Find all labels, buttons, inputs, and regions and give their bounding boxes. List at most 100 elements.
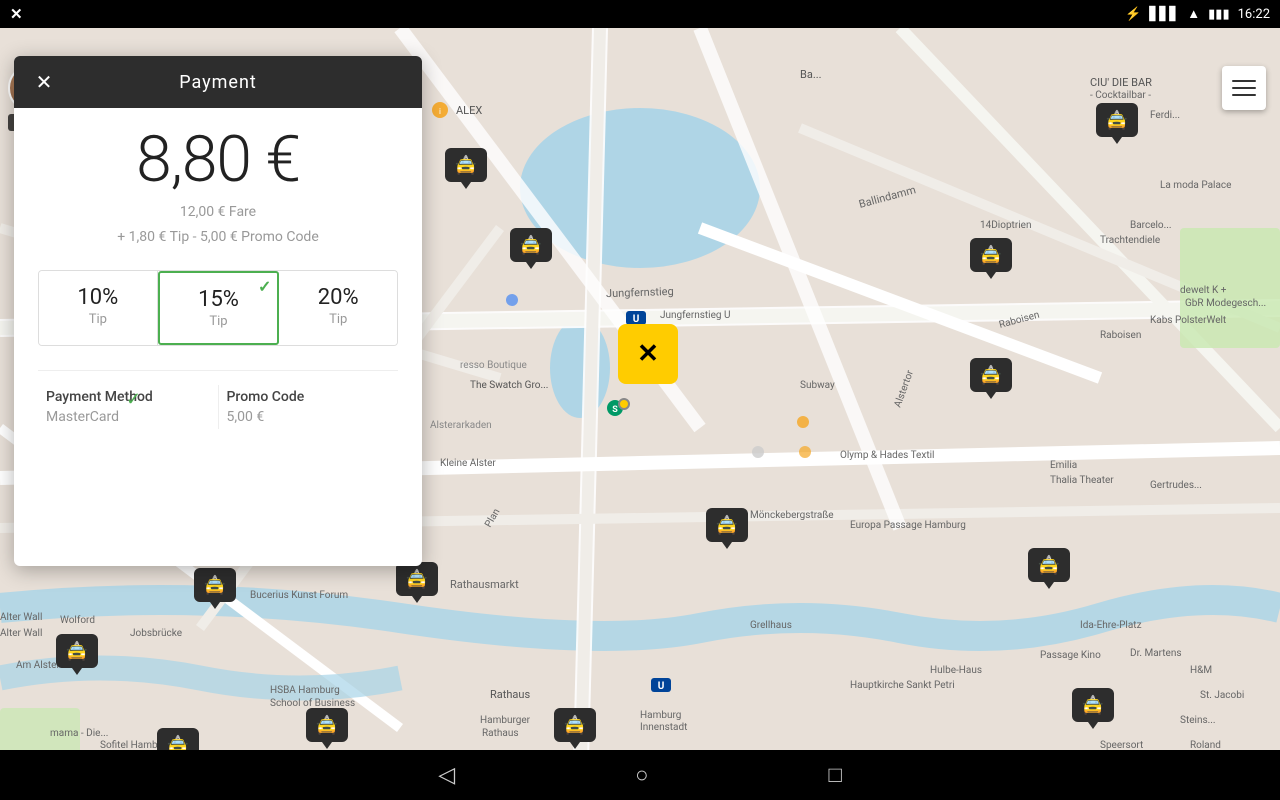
taxi-marker-t11: 🚖	[56, 634, 98, 668]
promo-code-section[interactable]: Promo Code 5,00 €	[219, 385, 399, 429]
svg-text:Emilia: Emilia	[1050, 460, 1077, 471]
hamburger-line-1	[1232, 80, 1256, 82]
svg-text:Jungfernstieg: Jungfernstieg	[606, 285, 674, 300]
x-logo-icon: ✕	[10, 5, 23, 23]
taxi-car-icon: 🚖	[406, 569, 428, 590]
payment-bottom-section: Payment Method MasterCard ✓ Promo Code 5…	[38, 370, 398, 429]
svg-text:Ba...: Ba...	[800, 68, 822, 81]
svg-text:CIU' DIE BAR: CIU' DIE BAR	[1090, 76, 1152, 89]
svg-text:Steins...: Steins...	[1180, 715, 1216, 726]
svg-text:U: U	[658, 681, 665, 692]
taxi-marker-t12: 🚖	[554, 708, 596, 742]
tip-15-label: Tip	[168, 314, 270, 329]
svg-text:Rathaus: Rathaus	[490, 688, 530, 701]
svg-text:Wolford: Wolford	[60, 614, 95, 626]
taxi-marker-t3: 🚖	[510, 228, 552, 262]
svg-text:dewelt K +: dewelt K +	[1180, 285, 1227, 296]
taxi-car-icon: 🚖	[564, 715, 586, 736]
payment-method-value: MasterCard	[46, 409, 210, 425]
tip-15-percent: 15%	[168, 287, 270, 312]
svg-text:Olymp & Hades Textil: Olymp & Hades Textil	[840, 450, 934, 461]
tip-20-label: Tip	[287, 312, 389, 327]
taxi-marker-t5: 🚖	[1096, 103, 1138, 137]
back-button[interactable]: ◁	[438, 763, 455, 788]
svg-text:Jobsbrücke: Jobsbrücke	[130, 628, 182, 639]
svg-text:Rathaus: Rathaus	[482, 728, 519, 739]
svg-text:Jungfernstieg U: Jungfernstieg U	[660, 309, 731, 321]
tip-20-button[interactable]: 20% Tip	[279, 271, 397, 345]
svg-text:Europa Passage Hamburg: Europa Passage Hamburg	[850, 520, 966, 531]
svg-text:St. Jacobi: St. Jacobi	[1200, 690, 1244, 701]
home-button[interactable]: ○	[635, 762, 648, 788]
user-location-dot	[618, 398, 630, 410]
price-breakdown: 12,00 € Fare + 1,80 € Tip - 5,00 € Promo…	[38, 200, 398, 250]
payment-panel: ✕ Payment 8,80 € 12,00 € Fare + 1,80 € T…	[14, 56, 422, 566]
hamburger-menu-button[interactable]	[1222, 66, 1266, 110]
taxi-car-icon: 🚖	[316, 715, 338, 736]
tip-15-button[interactable]: ✓ 15% Tip	[158, 271, 280, 345]
taxi-marker-t8: 🚖	[1028, 548, 1070, 582]
taxi-marker-t9: 🚖	[194, 568, 236, 602]
panel-body: 8,80 € 12,00 € Fare + 1,80 € Tip - 5,00 …	[14, 108, 422, 566]
svg-text:Kabs PolsterWelt: Kabs PolsterWelt	[1150, 315, 1226, 326]
svg-text:Ferdi...: Ferdi...	[1150, 110, 1180, 121]
status-bar-right: ⚡ ▋▋▋ ▲ ▮▮▮ 16:22	[1125, 6, 1270, 22]
taxi-car-icon: 🚖	[1038, 555, 1060, 576]
tip-selected-checkmark: ✓	[258, 277, 271, 296]
svg-text:Hamburger: Hamburger	[480, 715, 531, 726]
svg-text:Gertrudes...: Gertrudes...	[1150, 480, 1202, 491]
taxi-marker-t1: 🚖	[445, 148, 487, 182]
svg-text:Ida-Ehre-Platz: Ida-Ehre-Platz	[1080, 620, 1142, 631]
tip-10-button[interactable]: 10% Tip	[39, 271, 158, 345]
taxi-car-icon: 🚖	[455, 155, 477, 176]
payment-method-section[interactable]: Payment Method MasterCard ✓	[38, 385, 219, 429]
navigation-bar: ◁ ○ □	[0, 750, 1280, 800]
taxi-marker-t10: 🚖	[396, 562, 438, 596]
close-icon: ✕	[36, 70, 53, 94]
payment-method-checkmark: ✓	[126, 389, 141, 410]
svg-text:Trachtendiele: Trachtendiele	[1100, 235, 1160, 246]
svg-text:Alter Wall: Alter Wall	[0, 628, 42, 639]
tip-selector: 10% Tip ✓ 15% Tip 20% Tip	[38, 270, 398, 346]
price-main-amount: 8,80 €	[38, 128, 398, 192]
taxi-car-icon: 🚖	[1106, 110, 1128, 131]
mytaxi-x-icon: ✕	[637, 339, 659, 369]
svg-text:GbR Modegesch...: GbR Modegesch...	[1185, 298, 1266, 309]
svg-text:Alsterarkaden: Alsterarkaden	[430, 420, 492, 431]
svg-text:- Cocktailbar -: - Cocktailbar -	[1090, 90, 1151, 101]
svg-text:Thalia Theater: Thalia Theater	[1050, 475, 1114, 486]
taxi-marker-t7: 🚖	[706, 508, 748, 542]
bluetooth-icon: ⚡	[1125, 7, 1141, 22]
status-bar-left: ✕	[10, 5, 23, 23]
map-container: Jungfernstieg Ballindamm Alstertor Raboi…	[0, 28, 1280, 800]
svg-text:ALEX: ALEX	[456, 104, 482, 117]
svg-text:Mönckebergstraße: Mönckebergstraße	[750, 510, 834, 521]
svg-text:S: S	[612, 405, 618, 415]
svg-text:Grellhaus: Grellhaus	[750, 620, 792, 631]
svg-text:Bucerius Kunst Forum: Bucerius Kunst Forum	[250, 590, 348, 601]
svg-text:Hulbe-Haus: Hulbe-Haus	[930, 665, 982, 676]
svg-text:The Swatch Gro...: The Swatch Gro...	[470, 380, 548, 391]
close-panel-button[interactable]: ✕	[28, 66, 60, 98]
tip-20-percent: 20%	[287, 285, 389, 310]
svg-text:Barcelo...: Barcelo...	[1130, 220, 1172, 231]
svg-text:Dr. Martens: Dr. Martens	[1130, 648, 1182, 659]
svg-text:Kleine Alster: Kleine Alster	[440, 458, 496, 469]
panel-title: Payment	[179, 72, 257, 93]
price-fare-line: 12,00 € Fare	[38, 200, 398, 225]
svg-text:Alter Wall: Alter Wall	[0, 612, 42, 623]
battery-icon: ▮▮▮	[1208, 7, 1229, 22]
svg-text:HamburgInnenstadt: HamburgInnenstadt	[640, 710, 687, 733]
taxi-car-icon: 🚖	[980, 245, 1002, 266]
taxi-marker-t13: 🚖	[306, 708, 348, 742]
status-bar: ✕ ⚡ ▋▋▋ ▲ ▮▮▮ 16:22	[0, 0, 1280, 28]
mytaxi-logo-marker: ✕	[618, 324, 678, 384]
price-display: 8,80 €	[38, 128, 398, 192]
taxi-car-icon: 🚖	[716, 515, 738, 536]
svg-text:Subway: Subway	[800, 380, 835, 391]
tip-10-percent: 10%	[47, 285, 149, 310]
hamburger-line-3	[1232, 94, 1256, 96]
taxi-marker-t4: 🚖	[970, 238, 1012, 272]
recents-button[interactable]: □	[828, 762, 841, 788]
svg-text:La moda Palace: La moda Palace	[1160, 180, 1231, 191]
